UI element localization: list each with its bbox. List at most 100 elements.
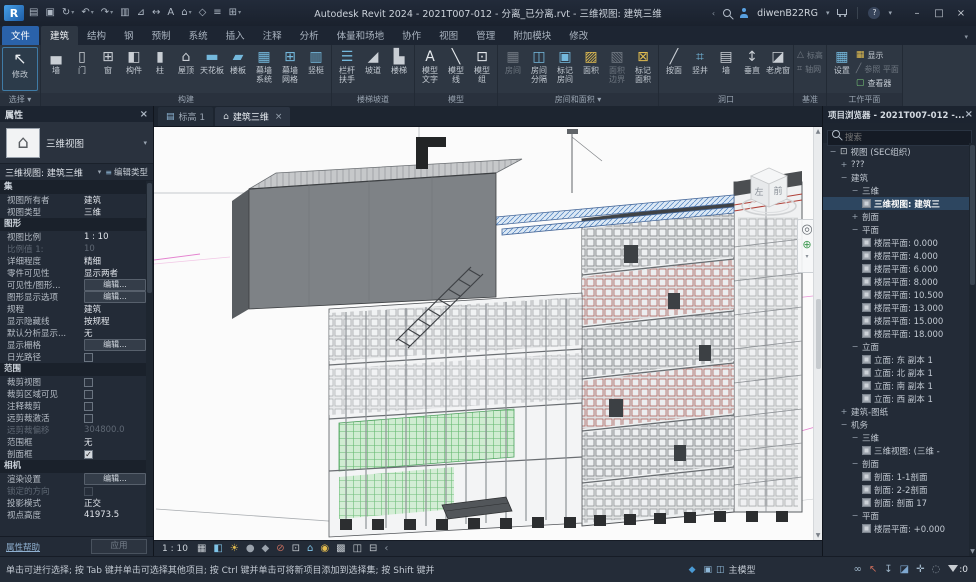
roof-button[interactable]: ⌂屋顶 — [173, 47, 199, 92]
browser-scrollbar[interactable]: ▼ — [969, 143, 976, 556]
door-button[interactable]: ▯门 — [69, 47, 95, 92]
reveal-hidden-icon[interactable]: ◉ — [320, 544, 329, 554]
design-options-control[interactable]: ▣ ◫ 主模型 — [703, 563, 755, 576]
edit-type-button[interactable]: ≡ 编辑类型 — [105, 166, 148, 178]
view-tab-close-icon[interactable]: × — [275, 112, 283, 122]
restore-button[interactable]: □ — [928, 8, 950, 19]
ribbon-tab[interactable]: 体量和场地 — [328, 26, 394, 45]
chevron-left-icon[interactable]: ‹ — [712, 9, 715, 18]
tree-item[interactable]: +剖面 — [823, 210, 976, 223]
shaft-button[interactable]: ⌗竖井 — [687, 47, 713, 92]
temporary-hide-isolate-icon[interactable]: ⌂ — [307, 544, 313, 554]
tree-item[interactable]: −平面 — [823, 509, 976, 522]
model-text-button[interactable]: A模型 文字 — [417, 47, 443, 92]
chevron-left-icon[interactable]: ‹ — [384, 544, 388, 554]
tree-item[interactable]: 楼层平面: 13.000 — [823, 301, 976, 314]
select-underlay-icon[interactable]: ↖ — [869, 564, 877, 575]
view-tab-3d-building[interactable]: ⌂建筑三维× — [215, 107, 290, 126]
thin-lines-icon[interactable]: ≡ — [213, 8, 221, 18]
properties-close-icon[interactable]: × — [140, 109, 148, 120]
property-value[interactable]: 三维 — [84, 206, 101, 218]
select-links-icon[interactable]: ∞ — [854, 564, 862, 575]
viewer-button[interactable]: ▢查看器 — [856, 77, 899, 89]
chevron-down-icon[interactable]: ▾ — [143, 139, 147, 147]
filter-control[interactable]: :0 — [948, 565, 968, 575]
help-caret-icon[interactable]: ▾ — [888, 9, 892, 17]
view-tab-level-1[interactable]: ▤标高 1 — [158, 107, 213, 126]
ribbon-tab[interactable]: 管理 — [467, 26, 504, 45]
tree-item[interactable]: 立面: 南 副本 1 — [823, 379, 976, 392]
property-checkbox[interactable] — [84, 414, 93, 423]
ribbon-tab[interactable]: 系统 — [180, 26, 217, 45]
tree-item[interactable]: 剖面: 剖面 17 — [823, 496, 976, 509]
property-value[interactable]: 无 — [84, 327, 93, 339]
app-store-cart-icon[interactable] — [837, 9, 847, 15]
tree-expander-icon[interactable]: − — [840, 173, 848, 182]
show-workplane-button[interactable]: ▦显示 — [856, 49, 899, 61]
drag-on-selection-icon[interactable]: ✛ — [916, 564, 924, 575]
scroll-down-icon[interactable]: ▼ — [816, 532, 821, 539]
displacement-icon[interactable]: ◫ — [353, 544, 362, 554]
save-icon[interactable]: ▣ — [45, 8, 54, 18]
steering-wheel-icon[interactable]: ◎ — [801, 223, 812, 236]
railing-button[interactable]: ☰栏杆 扶手 — [334, 47, 360, 92]
property-value[interactable]: 正交 — [84, 497, 101, 509]
property-checkbox[interactable] — [84, 402, 93, 411]
chevron-down-icon[interactable]: ▾ — [98, 168, 102, 176]
property-checkbox[interactable]: ✓ — [84, 450, 93, 459]
drawing-area[interactable]: 左 前 ◎ ⊕ ▾ ▲ ▼ — [154, 126, 822, 540]
properties-section-header[interactable]: 范围 — [0, 363, 153, 376]
ribbon-tab[interactable]: 预制 — [143, 26, 180, 45]
tree-item[interactable]: 楼层平面: 10.500 — [823, 288, 976, 301]
property-value[interactable]: 显示两者 — [84, 267, 118, 279]
edit-button[interactable]: 编辑... — [84, 473, 146, 485]
properties-scrollbar[interactable] — [146, 181, 153, 536]
property-value[interactable]: 41973.5 — [84, 510, 119, 520]
panel-label[interactable]: 房间和面积 ▾ — [498, 93, 658, 106]
scrollbar-thumb[interactable] — [816, 299, 821, 369]
edit-button[interactable]: 编辑... — [84, 279, 146, 291]
tree-expander-icon[interactable]: − — [829, 147, 837, 156]
ribbon-tab[interactable]: 建筑 — [41, 26, 78, 45]
tree-item[interactable]: +??? — [823, 158, 976, 171]
tree-item[interactable]: −平面 — [823, 223, 976, 236]
building-3d-view[interactable] — [154, 127, 822, 540]
property-value[interactable]: 精细 — [84, 255, 101, 267]
tag-area-button[interactable]: ⊠标记 面积 — [630, 47, 656, 92]
set-workplane-button[interactable]: ▦设置 — [829, 47, 855, 92]
floor-button[interactable]: ▰楼板 — [225, 47, 251, 92]
viewcube-left-face[interactable]: 左 — [754, 186, 763, 198]
visual-style-icon[interactable]: ◧ — [213, 544, 222, 554]
view-scale-button[interactable]: 1 : 10 — [162, 544, 188, 554]
tree-item[interactable]: −⊡视图 (SEC组织) — [823, 145, 976, 158]
area-button[interactable]: ▨面积 — [578, 47, 604, 92]
text-icon[interactable]: A — [167, 8, 174, 18]
ceiling-button[interactable]: ▬天花板 — [199, 47, 225, 92]
mullion-button[interactable]: ▥竖梃 — [303, 47, 329, 92]
tree-item[interactable]: 楼层平面: 15.000 — [823, 314, 976, 327]
tree-item[interactable]: 楼层平面: 4.000 — [823, 249, 976, 262]
select-by-face-icon[interactable]: ◪ — [900, 564, 909, 575]
tree-item[interactable]: 楼层平面: 0.000 — [823, 236, 976, 249]
viewcube-front-face[interactable]: 前 — [773, 185, 782, 197]
ramp-button[interactable]: ◢坡道 — [360, 47, 386, 92]
tree-item[interactable]: 立面: 东 副本 1 — [823, 353, 976, 366]
sun-path-icon[interactable]: ☀ — [230, 544, 239, 554]
project-browser-close-icon[interactable]: × — [965, 109, 973, 120]
tree-expander-icon[interactable]: − — [851, 433, 859, 442]
tree-expander-icon[interactable]: + — [840, 407, 848, 416]
render-icon[interactable]: ◆ — [262, 544, 270, 554]
edit-button[interactable]: 编辑... — [84, 291, 146, 303]
tree-expander-icon[interactable]: + — [840, 160, 848, 169]
edit-button[interactable]: 编辑... — [84, 339, 146, 351]
ribbon-tab[interactable]: 文件 — [2, 26, 39, 45]
zoom-icon[interactable]: ⊕ — [802, 239, 811, 250]
column-button[interactable]: ▮柱 — [147, 47, 173, 92]
reveal-constraints-icon[interactable]: ⊟ — [369, 544, 377, 554]
close-button[interactable]: × — [950, 8, 972, 19]
tree-item[interactable]: 剖面: 1-1剖面 — [823, 470, 976, 483]
properties-section-header[interactable]: 集 — [0, 181, 153, 194]
scroll-up-icon[interactable]: ▲ — [816, 128, 821, 135]
tree-item[interactable]: 楼层平面: 8.000 — [823, 275, 976, 288]
ribbon-tab[interactable]: 结构 — [78, 26, 115, 45]
